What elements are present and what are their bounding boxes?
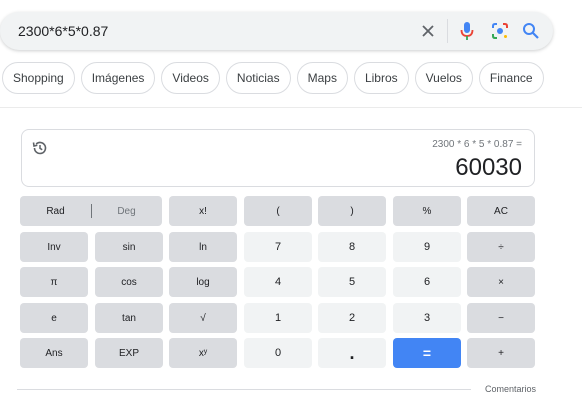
calculator-display: 2300 * 6 * 5 * 0.87 = 60030 [21, 129, 535, 187]
ln-button[interactable]: ln [169, 232, 237, 262]
search-divider [447, 19, 448, 43]
tan-button[interactable]: tan [95, 303, 163, 333]
euler-button[interactable]: e [20, 303, 88, 333]
calculator-result: 60030 [455, 154, 522, 181]
percent-button[interactable]: % [393, 196, 461, 226]
digit-4-button[interactable]: 4 [244, 267, 312, 297]
history-icon[interactable] [31, 139, 49, 157]
chip-shopping[interactable]: Shopping [2, 62, 75, 94]
chip-images[interactable]: Imágenes [80, 62, 156, 94]
chip-finance[interactable]: Finance [478, 62, 544, 94]
search-filter-chips: Shopping Imágenes Videos Noticias Maps L… [2, 62, 544, 94]
chip-books[interactable]: Libros [353, 62, 409, 94]
search-input[interactable]: 2300*6*5*0.87 [18, 23, 108, 39]
answer-button[interactable]: Ans [20, 338, 88, 368]
decimal-point-button[interactable]: . [318, 338, 386, 368]
digit-9-button[interactable]: 9 [393, 232, 461, 262]
digit-8-button[interactable]: 8 [318, 232, 386, 262]
digit-3-button[interactable]: 3 [393, 303, 461, 333]
rad-button[interactable]: Rad [20, 196, 91, 226]
search-icon[interactable] [521, 21, 541, 41]
exp-button[interactable]: EXP [95, 338, 163, 368]
add-button[interactable]: + [467, 338, 535, 368]
chip-flights[interactable]: Vuelos [414, 62, 473, 94]
close-icon[interactable] [418, 21, 438, 41]
power-button[interactable]: xʸ [169, 338, 237, 368]
left-paren-button[interactable]: ( [244, 196, 312, 226]
sin-button[interactable]: sin [95, 232, 163, 262]
chips-divider [0, 107, 582, 108]
right-paren-button[interactable]: ) [318, 196, 386, 226]
camera-lens-icon[interactable] [490, 21, 510, 41]
pi-button[interactable]: π [20, 267, 88, 297]
inverse-button[interactable]: Inv [20, 232, 88, 262]
chip-news[interactable]: Noticias [225, 62, 291, 94]
digit-1-button[interactable]: 1 [244, 303, 312, 333]
chip-videos[interactable]: Videos [161, 62, 220, 94]
equals-button[interactable]: = [393, 338, 461, 368]
multiply-button[interactable]: × [467, 267, 535, 297]
calculator-expression: 2300 * 6 * 5 * 0.87 = [432, 139, 522, 150]
microphone-icon[interactable] [457, 21, 477, 41]
factorial-button[interactable]: x! [169, 196, 237, 226]
subtract-button[interactable]: − [467, 303, 535, 333]
divide-button[interactable]: ÷ [467, 232, 535, 262]
clear-button[interactable]: AC [467, 196, 535, 226]
digit-2-button[interactable]: 2 [318, 303, 386, 333]
digit-0-button[interactable]: 0 [244, 338, 312, 368]
chip-maps[interactable]: Maps [296, 62, 348, 94]
digit-7-button[interactable]: 7 [244, 232, 312, 262]
digit-5-button[interactable]: 5 [318, 267, 386, 297]
search-bar[interactable]: 2300*6*5*0.87 [0, 12, 553, 50]
digit-6-button[interactable]: 6 [393, 267, 461, 297]
cos-button[interactable]: cos [95, 267, 163, 297]
deg-button[interactable]: Deg [91, 196, 162, 226]
feedback-link[interactable]: Comentarios [485, 384, 536, 394]
angle-mode-toggle[interactable]: Rad Deg [20, 196, 162, 226]
log-button[interactable]: log [169, 267, 237, 297]
sqrt-button[interactable]: √ [169, 303, 237, 333]
footer-divider [17, 389, 471, 390]
